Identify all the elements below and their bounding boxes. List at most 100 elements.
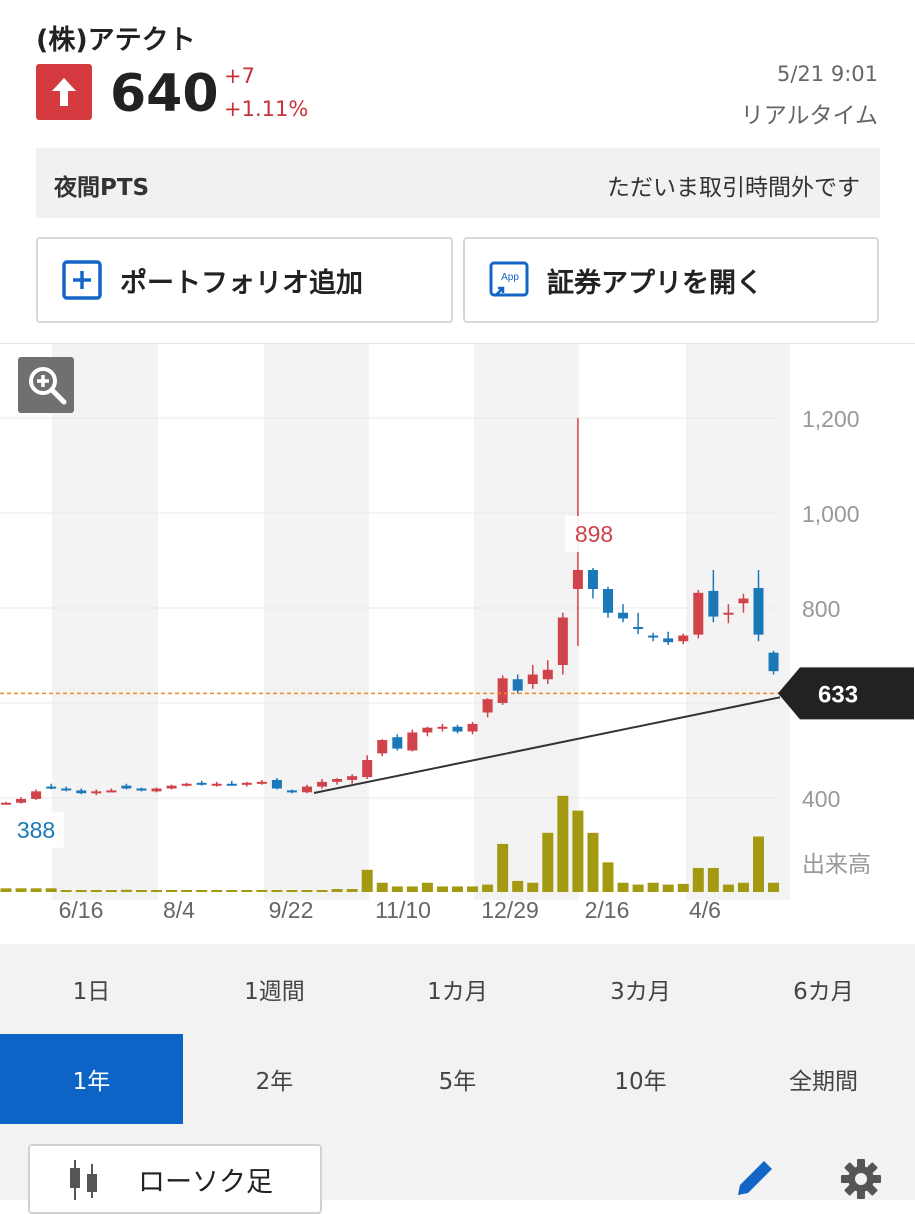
candle bbox=[196, 782, 207, 785]
volume-bar bbox=[166, 890, 178, 892]
candle bbox=[467, 723, 478, 732]
open-securities-app-button[interactable]: App 証券アプリを開く bbox=[463, 237, 879, 323]
volume-bar bbox=[151, 890, 162, 892]
gear-icon[interactable] bbox=[840, 1158, 882, 1200]
realtime-label: リアルタイム bbox=[740, 103, 878, 129]
candle bbox=[362, 760, 373, 778]
candle bbox=[693, 592, 704, 635]
app-launch-icon: App bbox=[489, 261, 529, 297]
volume-bar bbox=[271, 890, 283, 892]
volume-bar bbox=[286, 890, 298, 892]
volume-bar bbox=[722, 884, 734, 892]
range-10y[interactable]: 10年 bbox=[549, 1034, 732, 1124]
volume-bar bbox=[421, 882, 433, 892]
volume-bar bbox=[753, 836, 764, 892]
zoom-in-icon[interactable] bbox=[18, 357, 74, 413]
range-1y[interactable]: 1年 bbox=[0, 1034, 183, 1124]
candle bbox=[572, 570, 583, 589]
volume-bar bbox=[135, 890, 147, 892]
x-axis-label: 8/4 bbox=[163, 897, 195, 923]
range-all[interactable]: 全期間 bbox=[732, 1034, 915, 1124]
x-axis-label: 11/10 bbox=[375, 897, 431, 923]
candle bbox=[633, 627, 644, 629]
candle bbox=[226, 783, 237, 786]
volume-bar bbox=[527, 882, 539, 892]
add-portfolio-label: ポートフォリオ追加 bbox=[120, 267, 363, 299]
chart-type-label: ローソク足 bbox=[138, 1167, 273, 1198]
volume-bar bbox=[452, 886, 463, 892]
quote-timestamp: 5/21 9:01 bbox=[777, 62, 878, 86]
pts-status: ただいま取引時間外です bbox=[607, 175, 860, 201]
volume-bar bbox=[602, 862, 614, 892]
volume-bar bbox=[30, 888, 42, 892]
candle bbox=[317, 781, 328, 787]
candlestick-icon bbox=[70, 1160, 97, 1200]
candle bbox=[542, 669, 553, 680]
candlestick-chart[interactable]: 1,200 1,000 800 400 出来高 6/16 8/4 9/22 11/10 12/2… bbox=[0, 344, 915, 944]
candle bbox=[241, 782, 252, 785]
volume-bar bbox=[45, 888, 57, 892]
candle bbox=[648, 635, 659, 638]
range-selector: 1日 1週間 1カ月 3カ月 6カ月 1年 2年 5年 10年 全期間 bbox=[0, 944, 915, 1124]
candle bbox=[557, 617, 568, 665]
candle bbox=[663, 638, 674, 643]
x-axis-label: 6/16 bbox=[59, 897, 104, 923]
candle bbox=[271, 779, 282, 789]
candle bbox=[527, 674, 538, 684]
volume-bar bbox=[768, 882, 780, 892]
candle bbox=[46, 786, 57, 789]
candle bbox=[407, 732, 418, 751]
volume-bar bbox=[256, 890, 268, 892]
volume-bar bbox=[316, 890, 328, 892]
volume-bar bbox=[542, 832, 554, 892]
chart-type-button[interactable]: ローソク足 bbox=[28, 1144, 322, 1214]
volume-bar bbox=[346, 889, 358, 892]
x-axis-label: 9/22 bbox=[269, 897, 314, 923]
price-change: +7 bbox=[224, 64, 255, 88]
candle bbox=[181, 783, 192, 786]
add-portfolio-button[interactable]: ポートフォリオ追加 bbox=[36, 237, 453, 323]
range-1m[interactable]: 1カ月 bbox=[366, 944, 549, 1034]
candle bbox=[302, 786, 312, 793]
stock-name: (株)アテクト bbox=[36, 25, 196, 56]
candle bbox=[512, 679, 523, 691]
volume-bar bbox=[0, 888, 12, 892]
volume-bar bbox=[301, 890, 313, 892]
candle bbox=[753, 588, 764, 635]
candle bbox=[136, 788, 147, 791]
price-change-percent: +1.11% bbox=[224, 97, 309, 121]
volume-bar bbox=[15, 888, 27, 892]
volume-bar bbox=[226, 890, 238, 892]
candle bbox=[106, 790, 117, 793]
range-1d[interactable]: 1日 bbox=[0, 944, 183, 1034]
volume-bar bbox=[120, 889, 132, 892]
volume-bar bbox=[632, 884, 644, 892]
range-6m[interactable]: 6カ月 bbox=[732, 944, 915, 1034]
candle bbox=[121, 785, 132, 789]
candle bbox=[482, 699, 493, 713]
pencil-icon[interactable] bbox=[730, 1155, 778, 1200]
x-axis-label: 2/16 bbox=[585, 897, 630, 923]
volume-bar bbox=[662, 884, 674, 892]
volume-bar bbox=[105, 890, 117, 892]
candle bbox=[768, 652, 779, 672]
volume-bar bbox=[60, 890, 72, 892]
range-1w[interactable]: 1週間 bbox=[183, 944, 366, 1034]
x-axis-label: 4/6 bbox=[689, 897, 721, 923]
volume-bar bbox=[361, 869, 373, 892]
range-5y[interactable]: 5年 bbox=[366, 1034, 549, 1124]
range-3m[interactable]: 3カ月 bbox=[549, 944, 732, 1034]
candle bbox=[437, 726, 448, 729]
low-price-label: 388 bbox=[17, 817, 55, 843]
volume-bar bbox=[436, 886, 448, 892]
range-2y[interactable]: 2年 bbox=[183, 1034, 366, 1124]
x-axis-label: 12/29 bbox=[481, 897, 539, 923]
candle bbox=[603, 589, 613, 613]
volume-bar bbox=[617, 882, 629, 892]
candle bbox=[392, 737, 403, 749]
volume-bar bbox=[196, 890, 208, 892]
volume-bar bbox=[557, 795, 569, 892]
volume-bar bbox=[512, 880, 524, 892]
chart-band bbox=[52, 344, 158, 900]
candle bbox=[1, 802, 11, 805]
